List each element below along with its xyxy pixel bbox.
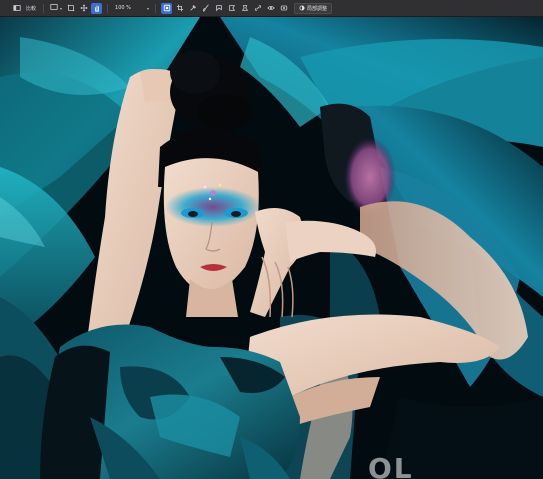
adjust-icon [299,5,305,11]
stamp-icon[interactable] [239,3,250,14]
local-adjust-label: 局部調整 [307,5,328,12]
crop-icon[interactable] [65,3,76,14]
image-canvas[interactable]: OL [0,17,543,479]
top-toolbar: 比較 ▾ 100 % ▾ 局部調整 [0,0,543,17]
frame-dropdown[interactable]: ▾ [48,3,64,13]
photo-editor-window: 比較 ▾ 100 % ▾ 局部調整 OL [0,0,543,479]
divider [155,3,157,13]
frame-icon [50,3,58,13]
divider [43,3,45,13]
lasso-icon[interactable] [213,3,224,14]
divider [107,3,109,13]
move-icon[interactable] [78,3,89,14]
photo-image [0,17,543,479]
brush-icon[interactable] [200,3,211,14]
polygon-lasso-icon[interactable] [226,3,237,14]
zoom-dropdown-caret-icon[interactable]: ▾ [143,3,151,13]
zoom-value: 100 % [115,5,131,11]
dropdown-caret-icon: ▾ [60,5,63,11]
eye-icon[interactable] [265,3,276,14]
hand-icon[interactable] [91,2,103,14]
link-icon[interactable] [252,3,263,14]
watermark-text: OL [368,452,414,479]
preview-toggle-icon[interactable] [161,2,173,14]
layout-icon[interactable] [11,3,22,14]
local-adjust-button[interactable]: 局部調整 [294,2,333,14]
crop-ratio-icon[interactable] [174,3,185,14]
zoom-select[interactable]: 100 % [112,3,143,13]
eyedropper-icon[interactable] [187,3,198,14]
record-icon[interactable] [278,3,289,14]
compare-button[interactable]: 比較 [23,3,39,14]
